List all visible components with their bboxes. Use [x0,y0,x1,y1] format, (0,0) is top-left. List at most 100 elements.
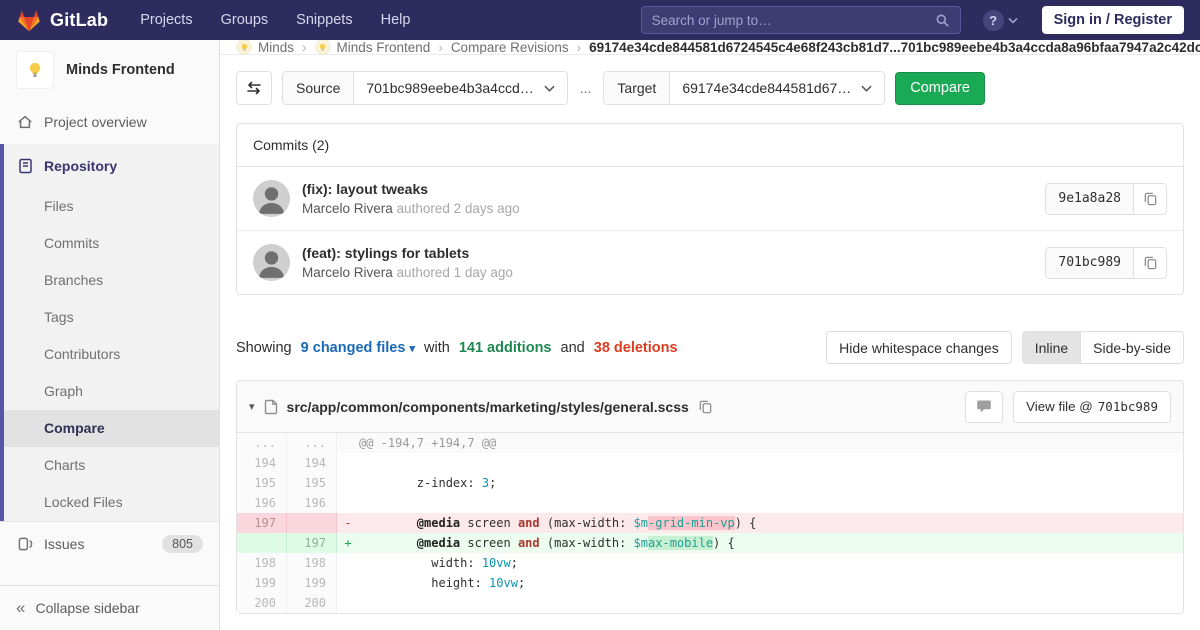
old-line-number[interactable]: 196 [237,493,287,513]
collapse-file-caret[interactable]: ▾ [249,400,255,413]
old-line-number[interactable]: 200 [237,593,287,613]
chevron-down-icon [1008,17,1018,24]
sidebar-item-issues[interactable]: Issues 805 [0,521,219,565]
commit-author-link[interactable]: Marcelo Rivera [302,201,393,216]
new-line-number[interactable]: 195 [287,473,337,493]
changed-files-dropdown[interactable]: 9 changed files ▾ [301,340,415,356]
compare-button[interactable]: Compare [895,72,985,105]
nav-snippets[interactable]: Snippets [296,12,352,28]
brand-name: GitLab [50,10,108,31]
file-path-link[interactable]: src/app/common/components/marketing/styl… [287,399,689,415]
sidebar-item-charts[interactable]: Charts [4,447,219,484]
side-by-side-view-button[interactable]: Side-by-side [1080,331,1184,364]
sidebar-item-project-overview[interactable]: Project overview [0,100,219,144]
commit-text: (feat): stylings for tablets Marcelo Riv… [302,245,1045,280]
new-line-number[interactable]: ... [287,433,337,453]
diff-summary-text: Showing 9 changed files ▾ with 141 addit… [236,340,678,356]
commit-sha-link[interactable]: 9e1a8a28 [1046,184,1134,214]
view-file-label: View file @ [1026,399,1093,414]
diff-view-toggle: Inline Side-by-side [1022,331,1184,364]
source-ref-dropdown[interactable]: 701bc989eebe4b3a4ccd… [354,72,566,104]
diff-code: z-index: 3; [337,473,1183,493]
diff-line: 194194 [237,453,1183,473]
commits-panel: Commits (2) (fix): layout tweaks Marcelo… [236,123,1184,295]
swap-revisions-button[interactable] [236,71,272,105]
gitlab-logo[interactable]: GitLab [16,8,108,33]
with-label: with [420,340,454,356]
target-ref-dropdown[interactable]: 69174e34cde844581d67… [670,72,884,104]
issues-count-badge: 805 [162,535,203,553]
project-sidebar: Minds Frontend Project overview Reposito… [0,40,220,630]
compare-form: Source 701bc989eebe4b3a4ccd… ... Target … [236,71,1184,105]
collapse-label: Collapse sidebar [35,600,139,616]
diff-code [337,493,1183,513]
old-line-number[interactable] [237,533,287,553]
hide-whitespace-button[interactable]: Hide whitespace changes [826,331,1012,364]
breadcrumb-minds-frontend[interactable]: Minds Frontend [315,40,431,55]
diff-line: 198198 width: 10vw; [237,553,1183,573]
breadcrumb-separator: › [302,40,307,55]
old-line-number[interactable]: 195 [237,473,287,493]
commit-authored-text: authored 1 day ago [397,265,513,280]
sidebar-item-branches[interactable]: Branches [4,262,219,299]
breadcrumb-label: Minds Frontend [337,40,431,55]
project-header[interactable]: Minds Frontend [0,40,219,100]
sign-in-button[interactable]: Sign in / Register [1042,6,1184,34]
old-line-number[interactable]: 194 [237,453,287,473]
sidebar-item-label: Issues [44,536,84,552]
nav-help[interactable]: Help [381,12,411,28]
tanuki-icon [16,8,42,33]
sidebar-item-label: Repository [44,158,117,174]
breadcrumb-minds[interactable]: Minds [236,40,294,55]
chevron-down-icon [544,85,555,92]
old-line-number[interactable]: ... [237,433,287,453]
sidebar-item-graph[interactable]: Graph [4,373,219,410]
view-file-button[interactable]: View file @ 701bc989 [1013,391,1171,423]
new-line-number[interactable] [287,513,337,533]
search-box[interactable] [641,6,961,34]
commit-sha-link[interactable]: 701bc989 [1046,248,1134,278]
sidebar-item-commits[interactable]: Commits [4,225,219,262]
new-line-number[interactable]: 198 [287,553,337,573]
search-input[interactable] [652,13,927,28]
toggle-comments-button[interactable] [965,391,1003,423]
copy-path-button[interactable] [698,399,713,415]
sidebar-item-contributors[interactable]: Contributors [4,336,219,373]
new-line-number[interactable]: 197 [287,533,337,553]
nav-groups[interactable]: Groups [221,12,269,28]
inline-view-button[interactable]: Inline [1022,331,1080,364]
commit-row: (feat): stylings for tablets Marcelo Riv… [237,230,1183,294]
sidebar-item-tags[interactable]: Tags [4,299,219,336]
project-avatar-icon [16,51,54,89]
diff-line: 196196 [237,493,1183,513]
new-line-number[interactable]: 196 [287,493,337,513]
old-line-number[interactable]: 197 [237,513,287,533]
new-line-number[interactable]: 194 [287,453,337,473]
collapse-sidebar-button[interactable]: « Collapse sidebar [0,585,219,630]
nav-projects[interactable]: Projects [140,12,192,28]
diff-code: height: 10vw; [337,573,1183,593]
help-menu[interactable]: ? [983,10,1018,31]
old-line-number[interactable]: 198 [237,553,287,573]
diff-line: 200200 [237,593,1183,613]
new-line-number[interactable]: 199 [287,573,337,593]
sidebar-item-compare[interactable]: Compare [4,410,219,447]
home-icon [16,114,34,130]
old-line-number[interactable]: 199 [237,573,287,593]
sidebar-item-locked-files[interactable]: Locked Files [4,484,219,521]
source-label: Source [283,72,354,104]
copy-sha-button[interactable] [1134,248,1166,278]
copy-sha-button[interactable] [1134,184,1166,214]
sidebar-section-repository: Repository Files Commits Branches Tags C… [0,144,219,521]
deletions-count: 38 deletions [594,340,678,356]
user-avatar[interactable] [253,180,290,217]
new-line-number[interactable]: 200 [287,593,337,613]
sidebar-item-files[interactable]: Files [4,188,219,225]
diff-code: + @media screen and (max-width: $max-mob… [337,533,1183,553]
user-avatar[interactable] [253,244,290,281]
breadcrumb-compare-revisions[interactable]: Compare Revisions [451,40,569,55]
commit-title-link[interactable]: (feat): stylings for tablets [302,245,1045,261]
commit-author-link[interactable]: Marcelo Rivera [302,265,393,280]
sidebar-item-repository[interactable]: Repository [4,144,219,188]
commit-title-link[interactable]: (fix): layout tweaks [302,181,1045,197]
